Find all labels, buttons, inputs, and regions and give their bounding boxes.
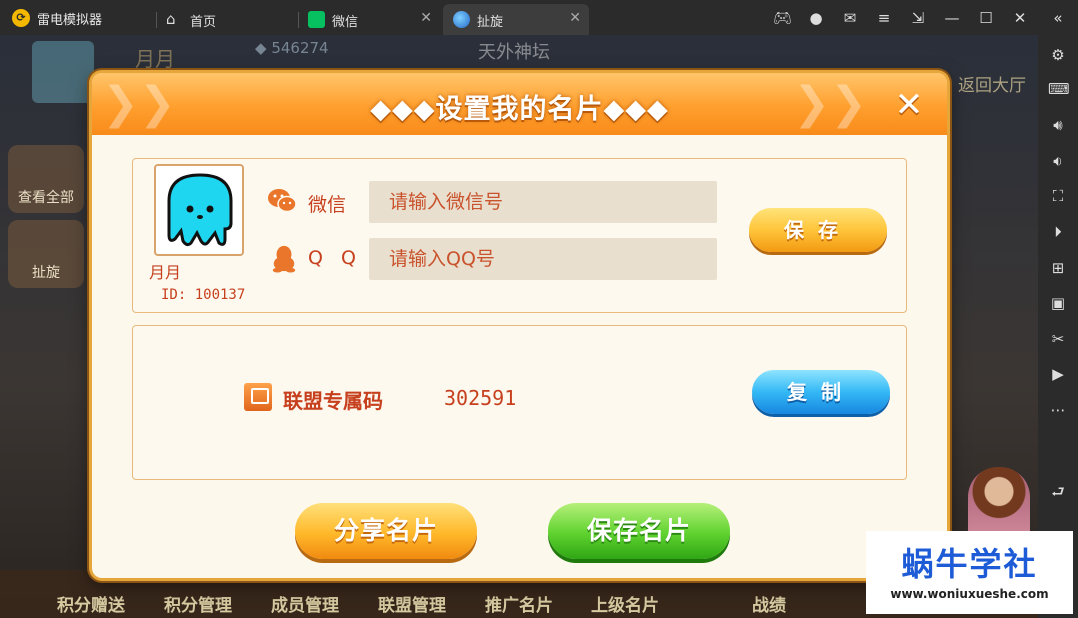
- alliance-code-label: 联盟专属码: [283, 389, 383, 413]
- tab-game-label: 扯旋: [477, 15, 504, 30]
- save-contact-button[interactable]: 保存: [749, 208, 887, 252]
- bottom-item-members[interactable]: 成员管理: [271, 591, 339, 616]
- qq-label: Q Q: [308, 247, 362, 269]
- back-icon[interactable]: ⮐: [1048, 482, 1068, 502]
- dialog-title: ◆◆◆设置我的名片◆◆◆: [370, 94, 669, 125]
- diamond-count: ◆ 546274: [255, 39, 329, 57]
- profile-nickname: 月月: [149, 263, 182, 282]
- keyboard-icon[interactable]: ⌨: [1048, 79, 1070, 99]
- tab-home[interactable]: ⌂ 首页: [156, 4, 296, 35]
- view-all-button[interactable]: 查看全部: [8, 145, 84, 213]
- volume-up-icon[interactable]: 🔊︎: [1048, 115, 1068, 135]
- tab-wechat-label: 微信: [332, 15, 359, 30]
- player-avatar[interactable]: [32, 41, 94, 103]
- copy-code-button[interactable]: 复制: [752, 370, 890, 414]
- dialog-header: ❯❯ ❯❯ ◆◆◆设置我的名片◆◆◆ ✕: [92, 73, 947, 135]
- screenshot-icon[interactable]: ⛶: [1048, 186, 1068, 206]
- profile-id: ID: 100137: [161, 287, 246, 303]
- diamond-value: 546274: [271, 39, 329, 57]
- tab-game[interactable]: 扯旋 ✕: [443, 4, 589, 35]
- settings-gear-icon[interactable]: ⚙: [1048, 45, 1068, 65]
- emulator-titlebar: ⟳ 雷电模拟器 ⌂ 首页 微信 ✕ 扯旋 ✕ 🎮︎ ● ✉ ≡ ⇲ — ☐ ✕ …: [0, 0, 1078, 35]
- qq-number-input[interactable]: [369, 238, 717, 280]
- game-app-icon: [453, 11, 470, 28]
- alliance-code-value: 302591: [444, 386, 517, 410]
- save-card-button[interactable]: 保存名片: [548, 503, 730, 559]
- watermark-url: www.woniuxueshe.com: [890, 587, 1049, 601]
- business-card-dialog: ❯❯ ❯❯ ◆◆◆设置我的名片◆◆◆ ✕ 月月 ID: 100137 微信 请输…: [92, 73, 947, 578]
- contact-panel: 月月 ID: 100137 微信 Q Q 保存: [132, 158, 907, 313]
- maximize-icon[interactable]: ☐: [977, 9, 995, 27]
- pin-icon[interactable]: ⇲: [909, 9, 927, 27]
- gamepad-icon[interactable]: 🎮︎: [773, 9, 792, 27]
- user-avatar-icon[interactable]: ●: [807, 9, 825, 27]
- wechat-id-input[interactable]: [369, 181, 717, 223]
- tab-separator: [156, 12, 157, 28]
- scissors-icon[interactable]: ✂: [1048, 329, 1068, 349]
- wechat-icon: [268, 189, 297, 213]
- bottom-item-alliance[interactable]: 联盟管理: [378, 591, 446, 616]
- qq-penguin-icon: [272, 245, 296, 273]
- chexuan-button[interactable]: 扯旋: [8, 220, 84, 288]
- multi-instance-icon[interactable]: ⊞: [1048, 258, 1068, 278]
- emulator-logo-icon: ⟳: [12, 9, 30, 27]
- apk-install-icon[interactable]: ▣: [1048, 293, 1068, 313]
- collapse-sidebar-icon[interactable]: «: [1049, 9, 1067, 27]
- qr-code-icon: [244, 383, 272, 411]
- volume-down-icon[interactable]: 🔉︎: [1048, 151, 1068, 171]
- bottom-item-upper-card[interactable]: 上级名片: [591, 591, 659, 616]
- wechat-app-icon: [308, 11, 325, 28]
- back-to-lobby-button[interactable]: 返回大厅: [958, 71, 1026, 96]
- mail-icon[interactable]: ✉: [841, 9, 859, 27]
- watermark-logo: 蜗牛学社 www.woniuxueshe.com: [866, 531, 1073, 614]
- tab-wechat[interactable]: 微信 ✕: [298, 4, 440, 35]
- more-icon[interactable]: ⋯: [1048, 400, 1068, 420]
- tab-separator: [298, 12, 299, 28]
- bottom-item-points-gift[interactable]: 积分赠送: [57, 591, 125, 616]
- bottom-item-records[interactable]: 战绩: [752, 591, 786, 616]
- close-icon[interactable]: ✕: [420, 10, 432, 26]
- alliance-code-panel: 联盟专属码 302591 复制: [132, 325, 907, 480]
- share-card-button[interactable]: 分享名片: [295, 503, 477, 559]
- video-icon[interactable]: ▶: [1048, 364, 1068, 384]
- minimize-icon[interactable]: —: [943, 9, 961, 27]
- watermark-title: 蜗牛学社: [901, 545, 1038, 583]
- dialog-close-icon[interactable]: ✕: [890, 87, 928, 125]
- octopus-avatar-icon: [167, 173, 233, 247]
- room-title: 天外神坛: [478, 42, 550, 63]
- tab-home-label: 首页: [190, 15, 217, 30]
- bottom-item-points-manage[interactable]: 积分管理: [164, 591, 232, 616]
- close-window-icon[interactable]: ✕: [1011, 9, 1029, 27]
- emulator-app-title: 雷电模拟器: [37, 13, 103, 28]
- bottom-item-promo-card[interactable]: 推广名片: [485, 591, 553, 616]
- player-name: 月月: [135, 47, 175, 71]
- wechat-label: 微信: [308, 194, 347, 216]
- close-icon[interactable]: ✕: [569, 10, 581, 26]
- menu-icon[interactable]: ≡: [875, 9, 893, 27]
- profile-avatar: [154, 164, 244, 256]
- record-icon[interactable]: ⏵: [1048, 222, 1068, 242]
- home-icon: ⌂: [166, 10, 176, 28]
